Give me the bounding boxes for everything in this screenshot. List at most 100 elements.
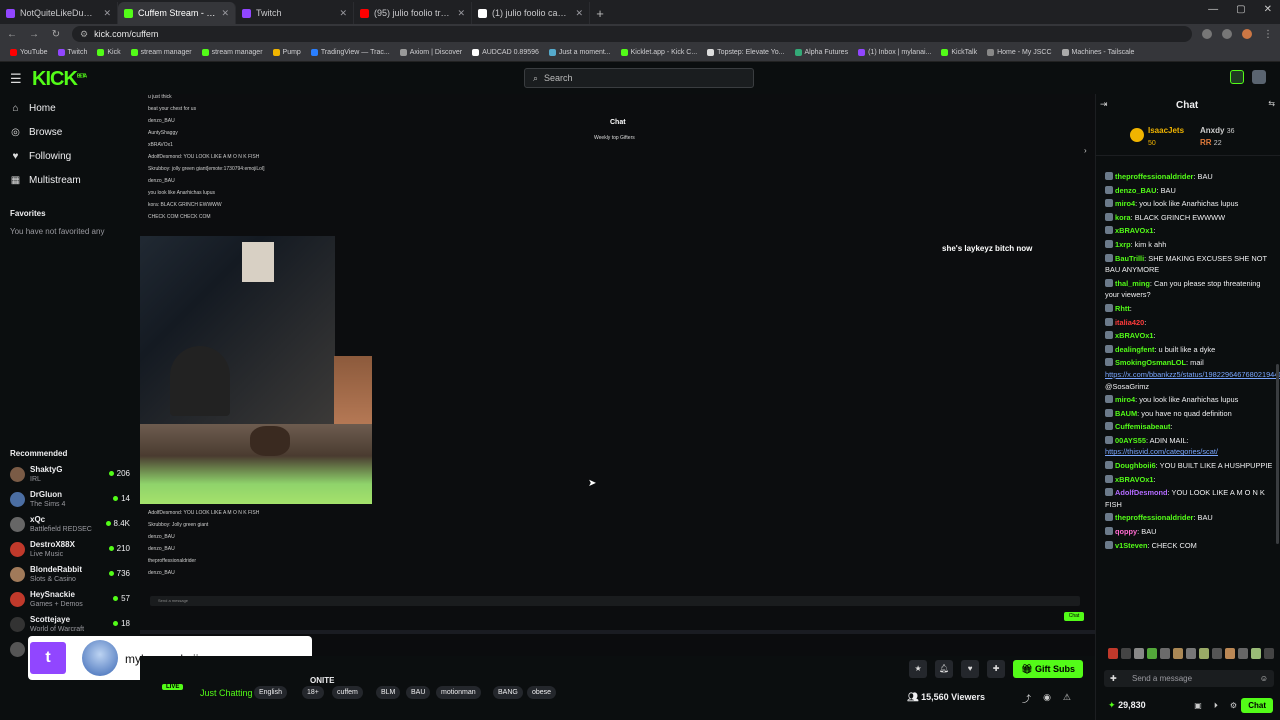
emote-picker-icon[interactable]: ✚ <box>1110 670 1117 687</box>
notification-icon[interactable] <box>1230 70 1244 84</box>
reload-icon[interactable]: ↻ <box>50 29 62 40</box>
search-input[interactable]: ⌕ Search <box>524 68 754 88</box>
emote-icon[interactable] <box>1134 648 1144 659</box>
bookmark-item[interactable]: Machines - Tailscale <box>1061 49 1134 56</box>
hamburger-menu-icon[interactable]: ☰ <box>10 71 22 87</box>
chat-username[interactable]: theproffessionaldrider <box>1115 172 1193 181</box>
emote-icon[interactable] <box>1147 648 1157 659</box>
star-icon[interactable]: ★ <box>909 660 928 678</box>
emote-icon[interactable] <box>1173 648 1183 659</box>
calendar-icon[interactable]: ▣ <box>1194 701 1202 711</box>
recommended-channel[interactable]: DestroX88X Live Music 210 <box>10 539 134 563</box>
chat-link[interactable]: https://thisvid.com/categories/scat/ <box>1105 447 1218 456</box>
channel-points[interactable]: ✦ 29,830 <box>1108 700 1146 711</box>
send-chat-button[interactable]: Chat <box>1241 698 1273 713</box>
chat-username[interactable]: BAUM <box>1115 409 1137 418</box>
browser-tab[interactable]: Twitch ✕ <box>236 2 354 24</box>
back-icon[interactable]: ← <box>6 29 18 40</box>
chat-username[interactable]: denzo_BAU <box>1115 186 1156 195</box>
chat-username[interactable]: v1Steven <box>1115 541 1147 550</box>
chat-username[interactable]: kora <box>1115 213 1131 222</box>
bookmark-item[interactable]: TradingView — Trac... <box>310 49 390 56</box>
emote-icon[interactable] <box>1225 648 1235 659</box>
emoji-icon[interactable]: ☺ <box>1260 670 1268 687</box>
chat-username[interactable]: miro4 <box>1115 199 1135 208</box>
collapse-chat-icon[interactable]: ⇥ <box>1100 99 1108 110</box>
close-tab-icon[interactable]: ✕ <box>339 8 347 19</box>
stream-tag[interactable]: motionman <box>436 686 481 699</box>
recommended-channel[interactable]: BlondeRabbit Slots & Casino 736 <box>10 564 134 588</box>
chat-username[interactable]: thal_ming <box>1115 279 1150 288</box>
bookmark-item[interactable]: Kick <box>97 49 121 56</box>
emote-icon[interactable] <box>1186 648 1196 659</box>
chat-username[interactable]: 00AYS55 <box>1115 436 1146 445</box>
bookmark-item[interactable]: stream manager <box>130 49 192 56</box>
close-tab-icon[interactable]: ✕ <box>575 8 583 19</box>
stream-tag[interactable]: 18+ <box>302 686 324 699</box>
bookmark-item[interactable]: Home - My JSCC <box>987 49 1052 56</box>
chat-username[interactable]: Doughboii6 <box>1115 461 1156 470</box>
chat-username[interactable]: xBRAVOx1 <box>1115 331 1153 340</box>
chat-username[interactable]: 1xrp <box>1115 240 1131 249</box>
category-link[interactable]: Just Chatting <box>200 688 253 698</box>
user-avatar[interactable] <box>1252 70 1266 84</box>
stream-tag[interactable]: BANG <box>493 686 523 699</box>
bell-icon[interactable]: 🔔︎ <box>935 660 954 678</box>
chat-username[interactable]: Rhtt <box>1115 304 1130 313</box>
bookmark-item[interactable]: YouTube <box>10 49 48 56</box>
emote-icon[interactable] <box>1238 648 1248 659</box>
hide-icon[interactable]: ◉ <box>1043 692 1051 705</box>
chat-link[interactable]: https://x.com/bbankzz5/status/1982296467… <box>1105 370 1280 379</box>
emote-icon[interactable] <box>1212 648 1222 659</box>
browser-tab[interactable]: Cuffem Stream - Watch Live ✕ <box>118 2 236 24</box>
chat-username[interactable]: miro4 <box>1115 395 1135 404</box>
emote-icon[interactable] <box>1264 648 1274 659</box>
new-tab-button[interactable]: + <box>590 2 610 24</box>
bookmark-item[interactable]: Kicklet.app - Kick C... <box>620 49 697 56</box>
chat-username[interactable]: italia420 <box>1115 318 1144 327</box>
bookmark-item[interactable]: Alpha Futures <box>794 49 848 56</box>
bookmark-item[interactable]: AUDCAD 0.89596 <box>472 49 539 56</box>
extension-icon[interactable] <box>1222 29 1232 39</box>
chat-settings-icon[interactable]: ⇆ <box>1268 99 1275 108</box>
close-tab-icon[interactable]: ✕ <box>103 8 111 19</box>
kick-logo[interactable]: KICKBETA <box>32 68 87 91</box>
emote-icon[interactable] <box>1108 648 1118 659</box>
close-tab-icon[interactable]: ✕ <box>457 8 465 19</box>
maximize-icon[interactable]: ▢ <box>1236 4 1245 15</box>
chat-username[interactable]: Cuffemisabeaut <box>1115 422 1170 431</box>
bookmark-item[interactable]: Twitch <box>57 49 87 56</box>
chat-input[interactable]: ✚ Send a message ☺ <box>1104 670 1274 687</box>
forward-icon[interactable]: → <box>28 29 40 40</box>
sidebar-item-following[interactable]: ♥ Following <box>0 144 91 168</box>
chat-username[interactable]: theproffessionaldrider <box>1115 513 1193 522</box>
chat-username[interactable]: AdolfDesmond <box>1115 488 1168 497</box>
bookmark-item[interactable]: KickTalk <box>941 49 977 56</box>
recommended-channel[interactable]: xQc Battlefield REDSEC 8.4K <box>10 514 134 538</box>
chat-username[interactable]: dealingfent <box>1115 345 1154 354</box>
site-info-icon[interactable]: ⚙ <box>80 29 88 40</box>
report-icon[interactable]: ⚠ <box>1063 692 1071 705</box>
sidebar-item-home[interactable]: ⌂ Home <box>0 96 91 120</box>
chat-scrollbar[interactable] <box>1276 364 1279 544</box>
recommended-channel[interactable]: Scottejaye World of Warcraft 18 <box>10 614 134 638</box>
url-field[interactable]: ⚙ kick.com/cuffem <box>72 26 1192 42</box>
chat-username[interactable]: SmokingOsmanLOL <box>1115 358 1186 367</box>
share-icon[interactable]: ⤴ <box>1022 692 1031 705</box>
emote-icon[interactable] <box>1160 648 1170 659</box>
bookmark-item[interactable]: Topstep: Elevate Yo... <box>707 49 785 56</box>
recommended-channel[interactable]: HeySnackie Games + Demos 57 <box>10 589 134 613</box>
sidebar-item-browse[interactable]: ◎ Browse <box>0 120 91 144</box>
emote-icon[interactable] <box>1251 648 1261 659</box>
close-tab-icon[interactable]: ✕ <box>221 8 229 19</box>
heart-icon[interactable]: ♥ <box>961 660 980 678</box>
pin-icon[interactable]: ⏵ <box>1214 701 1218 711</box>
bookmark-item[interactable]: Just a moment... <box>548 49 611 56</box>
stream-tag[interactable]: cuffem <box>332 686 363 699</box>
browser-tab[interactable]: (1) julio foolio case day 6 - Se ✕ <box>472 2 590 24</box>
profile-avatar[interactable] <box>1242 29 1252 39</box>
browser-tab[interactable]: NotQuiteLikeDuB - Twitch ✕ <box>0 2 118 24</box>
recommended-channel[interactable]: ShaktyG IRL 206 <box>10 464 134 488</box>
settings-icon[interactable]: ⚙ <box>1230 701 1237 711</box>
chat-username[interactable]: xBRAVOx1 <box>1115 226 1153 235</box>
